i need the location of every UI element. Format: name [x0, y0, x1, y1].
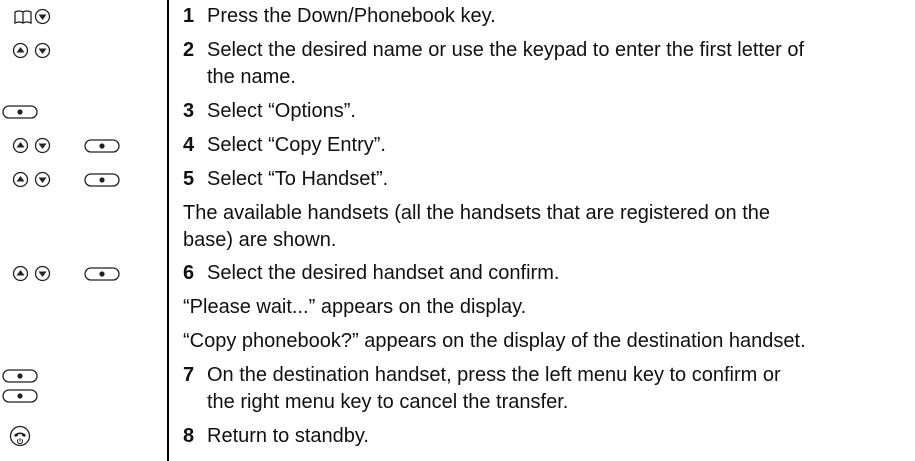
- step-instruction: Select “To Handset”.: [207, 168, 389, 190]
- down-key-icon: [34, 137, 51, 154]
- step-text: 7 On the destination handset, press the l…: [183, 362, 909, 416]
- step-number: 4: [183, 134, 195, 156]
- step-number: 6: [183, 262, 195, 284]
- menu-key-icon: [84, 138, 120, 154]
- step-icons: [0, 3, 160, 30]
- menu-key-icon: [84, 172, 120, 188]
- step-text: 5 Select “To Handset”.: [183, 166, 909, 193]
- step-icons: [0, 98, 160, 125]
- step-text: 4 Select “Copy Entry”.: [183, 132, 909, 159]
- step-icons: [0, 37, 160, 64]
- step-instruction: Press the Down/Phonebook key.: [207, 5, 496, 27]
- up-key-icon: [12, 137, 29, 154]
- step-icons: [0, 362, 160, 416]
- note-line: “Copy phonebook?” appears on the display…: [183, 330, 806, 352]
- up-key-icon: [12, 265, 29, 282]
- step-text: 3 Select “Options”.: [183, 98, 909, 125]
- step-instruction: Select the desired handset and confirm.: [207, 262, 560, 284]
- down-key-icon: [34, 265, 51, 282]
- step-number: 7: [183, 364, 195, 386]
- down-key-icon: [34, 171, 51, 188]
- step-icons: [0, 132, 160, 159]
- step-icons: [0, 166, 160, 193]
- step-number: 5: [183, 168, 195, 190]
- step-icons: [0, 260, 160, 287]
- column-divider: [167, 0, 169, 461]
- down-key-icon: [34, 8, 51, 25]
- note-line: “Please wait...” appears on the display.: [183, 296, 527, 318]
- note-line: base) are shown.: [183, 229, 337, 251]
- up-key-icon: [12, 42, 29, 59]
- phonebook-icon: [14, 10, 32, 24]
- step-instruction: On the destination handset, press the le…: [207, 364, 781, 386]
- step-text: 8 Return to standby.: [183, 423, 909, 450]
- step-instruction: Select “Options”.: [207, 100, 356, 122]
- step-instruction-continued: the right menu key to cancel the transfe…: [207, 391, 569, 413]
- step-instruction: Select “Copy Entry”.: [207, 134, 386, 156]
- right-menu-key-icon: [2, 388, 38, 404]
- up-key-icon: [12, 171, 29, 188]
- menu-key-icon: [2, 104, 38, 120]
- step-instruction-continued: the name.: [207, 66, 296, 88]
- step-instruction: Select the desired name or use the keypa…: [207, 39, 805, 61]
- step-text: 6 Select the desired handset and confirm.: [183, 260, 909, 287]
- down-key-icon: [34, 42, 51, 59]
- step-number: 8: [183, 425, 195, 447]
- note-text: The available handsets (all the handsets…: [183, 200, 909, 254]
- step-number: 3: [183, 100, 195, 122]
- menu-key-icon: [84, 266, 120, 282]
- end-call-key-icon: [9, 425, 31, 447]
- step-icons: [0, 423, 160, 450]
- left-menu-key-icon: [2, 368, 38, 384]
- step-text: 2 Select the desired name or use the keyp…: [183, 37, 909, 91]
- step-number: 1: [183, 5, 195, 27]
- step-number: 2: [183, 39, 195, 61]
- step-text: 1 Press the Down/Phonebook key.: [183, 3, 909, 30]
- step-instruction: Return to standby.: [207, 425, 369, 447]
- note-line: The available handsets (all the handsets…: [183, 202, 771, 224]
